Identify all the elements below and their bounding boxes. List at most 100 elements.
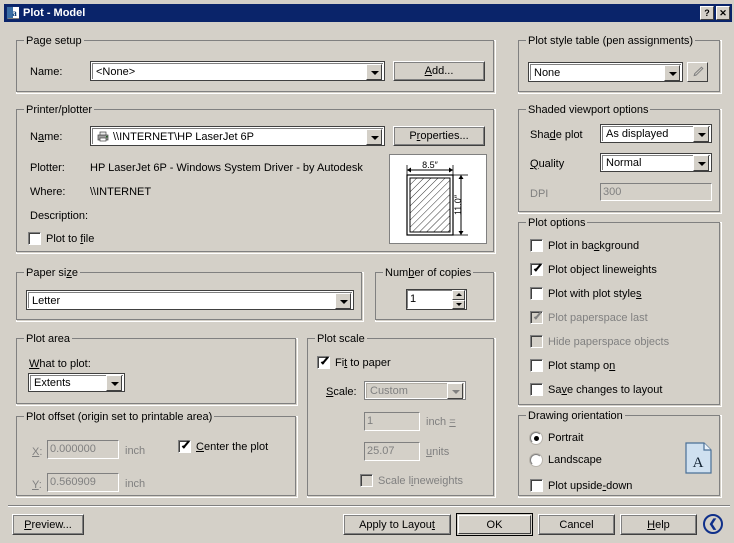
page-setup-name-combo[interactable]: <None>	[90, 61, 385, 81]
pen-icon	[693, 66, 704, 77]
plot-to-file-checkbox[interactable]	[28, 232, 41, 245]
ok-button-label: OK	[486, 518, 503, 531]
plot-style-table-title: Plot style table (pen assignments)	[526, 35, 696, 47]
fit-to-paper-checkbox[interactable]	[317, 356, 330, 369]
chevron-down-icon[interactable]	[693, 155, 709, 171]
titlebar-buttons: ? ✕	[700, 6, 730, 20]
page-setup-name-label: Name:	[30, 66, 63, 78]
printer-properties-button[interactable]: Properties...	[393, 126, 485, 146]
plot-to-file-label: Plot to file	[46, 233, 95, 245]
plot-object-lineweights-label: Plot object lineweights	[548, 264, 657, 276]
plot-dialog: a Plot - Model ? ✕ Page setup Name: <Non…	[0, 0, 734, 543]
quality-value: Normal	[606, 157, 642, 169]
paper-preview-drawing: 8.5″ 11.0″	[406, 160, 468, 236]
printer-name-value: \\INTERNET\HP LaserJet 6P	[113, 130, 255, 143]
chevron-down-icon[interactable]	[693, 126, 709, 142]
svg-text:8.5″: 8.5″	[422, 160, 439, 170]
plot-with-plot-styles-checkbox[interactable]	[530, 287, 543, 300]
plot-stamp-on-checkbox[interactable]	[530, 359, 543, 372]
properties-button-label: Properties...	[409, 130, 469, 142]
spinner-down-icon[interactable]	[452, 299, 465, 309]
add-button-label: Add...	[424, 65, 454, 77]
scale-label: Scale:	[326, 386, 357, 398]
printer-name-combo[interactable]: \\INTERNET\HP LaserJet 6P	[90, 126, 385, 146]
plot-area-group: Plot area	[16, 333, 298, 406]
save-changes-to-layout-checkbox[interactable]	[530, 383, 543, 396]
copies-title: Number of copies	[383, 267, 474, 279]
what-to-plot-label: What to plot:	[29, 358, 91, 370]
cancel-button[interactable]: Cancel	[538, 514, 615, 535]
shade-plot-label: Shade plot	[530, 129, 583, 141]
scale-lineweights-label: Scale lineweights	[378, 475, 464, 487]
scale-inch-field: 1	[364, 412, 420, 431]
cancel-button-label: Cancel	[559, 518, 594, 531]
plotter-value: HP LaserJet 6P - Windows System Driver -…	[90, 162, 363, 174]
chevron-down-icon[interactable]	[106, 375, 122, 391]
chevron-down-icon	[447, 383, 463, 399]
plot-upside-down-checkbox[interactable]	[530, 479, 543, 492]
printer-icon	[97, 131, 109, 142]
copies-spinner[interactable]	[452, 290, 465, 309]
plot-in-background-checkbox[interactable]	[530, 239, 543, 252]
hide-paperspace-objects-checkbox	[530, 335, 543, 348]
dpi-field: 300	[600, 183, 712, 201]
where-label: Where:	[30, 186, 66, 198]
printer-name-label: Name:	[30, 131, 63, 143]
paper-size-value: Letter	[32, 294, 61, 307]
spinner-up-icon[interactable]	[452, 290, 465, 300]
page-setup-title: Page setup	[24, 35, 84, 47]
shade-plot-combo[interactable]: As displayed	[600, 124, 712, 143]
close-icon[interactable]: ✕	[716, 6, 730, 20]
fit-to-paper-label: Fit to paper	[335, 357, 391, 369]
footer-divider-highlight	[8, 506, 730, 507]
edit-plot-style-table-button[interactable]	[687, 62, 708, 82]
plot-object-lineweights-checkbox[interactable]	[530, 263, 543, 276]
scale-inch-label: inch =	[426, 416, 456, 428]
paper-preview: 8.5″ 11.0″	[389, 154, 487, 244]
dpi-label: DPI	[530, 188, 549, 200]
offset-y-unit: inch	[125, 478, 146, 490]
help-button[interactable]: Help	[620, 514, 697, 535]
chevron-down-icon[interactable]	[664, 64, 680, 81]
landscape-radio[interactable]	[530, 454, 542, 466]
paper-size-title: Paper size	[24, 267, 80, 279]
expand-dialog-button[interactable]: ❮	[703, 514, 723, 534]
shade-plot-value: As displayed	[606, 128, 669, 140]
chevron-down-icon[interactable]	[366, 128, 382, 145]
window-title: Plot - Model	[23, 7, 86, 19]
plot-offset-title: Plot offset (origin set to printable are…	[24, 411, 215, 423]
preview-button[interactable]: Preview...	[12, 514, 84, 535]
autocad-plot-icon: a	[6, 6, 20, 20]
where-value: \\INTERNET	[90, 186, 152, 198]
quality-combo[interactable]: Normal	[600, 153, 712, 172]
titlebar: a Plot - Model ? ✕	[4, 4, 732, 22]
scale-units-field: 25.07	[364, 442, 420, 461]
scale-value: Custom	[370, 385, 408, 397]
plot-style-table-combo[interactable]: None	[528, 62, 683, 82]
plot-paperspace-last-label: Plot paperspace last	[548, 312, 648, 324]
chevron-down-icon[interactable]	[335, 292, 351, 309]
paper-size-combo[interactable]: Letter	[26, 290, 354, 310]
help-icon[interactable]: ?	[700, 6, 714, 20]
plotter-label: Plotter:	[30, 162, 65, 174]
plot-in-background-label: Plot in background	[548, 240, 640, 252]
portrait-radio[interactable]	[530, 432, 542, 444]
portrait-label: Portrait	[548, 432, 584, 444]
ok-button[interactable]: OK	[456, 513, 533, 536]
apply-to-layout-label: Apply to Layout	[359, 518, 435, 531]
what-to-plot-combo[interactable]: Extents	[28, 373, 125, 392]
scale-combo: Custom	[364, 381, 466, 400]
scale-lineweights-checkbox	[360, 474, 373, 487]
plot-paperspace-last-checkbox	[530, 311, 543, 324]
page-setup-name-value: <None>	[96, 65, 136, 78]
plot-with-plot-styles-label: Plot with plot styles	[548, 288, 642, 300]
chevron-down-icon[interactable]	[366, 63, 382, 80]
apply-to-layout-button[interactable]: Apply to Layout	[343, 514, 451, 535]
add-page-setup-button[interactable]: Add...	[393, 61, 485, 81]
shaded-viewport-title: Shaded viewport options	[526, 104, 651, 116]
quality-label: Quality	[530, 158, 565, 170]
center-the-plot-checkbox[interactable]	[178, 440, 191, 453]
offset-x-field: 0.000000	[47, 440, 119, 459]
svg-text:A: A	[693, 455, 704, 471]
plot-style-table-value: None	[534, 66, 561, 79]
